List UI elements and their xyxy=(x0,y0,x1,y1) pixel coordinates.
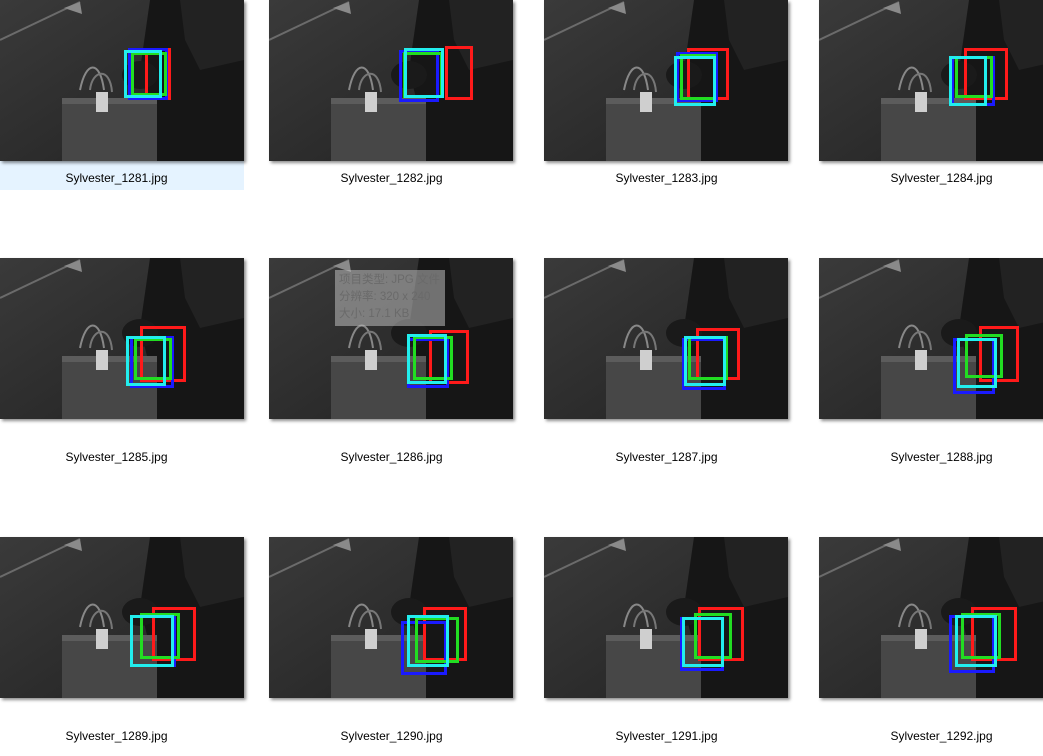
thumbnail-image[interactable] xyxy=(544,258,788,419)
file-item[interactable]: Sylvester_1282.jpg xyxy=(264,0,519,190)
tooltip-resolution-line: 分辨率: 320 x 240 xyxy=(339,291,431,303)
file-item[interactable]: Sylvester_1283.jpg xyxy=(539,0,794,190)
thumbnail-image[interactable] xyxy=(269,537,513,698)
file-item[interactable]: Sylvester_1290.jpg xyxy=(264,537,519,743)
cyan-tracking-box xyxy=(407,615,449,667)
cyan-tracking-box xyxy=(130,615,174,667)
file-name[interactable]: Sylvester_1292.jpg xyxy=(814,728,1043,744)
file-name[interactable]: Sylvester_1285.jpg xyxy=(0,449,244,465)
thumbnail-image[interactable] xyxy=(819,0,1043,161)
thumbnail-image[interactable] xyxy=(819,537,1043,698)
file-name[interactable]: Sylvester_1289.jpg xyxy=(0,728,244,744)
file-name[interactable]: Sylvester_1286.jpg xyxy=(264,449,519,465)
thumbnail-grid: Sylvester_1281.jpg Sylvester_1282.jpg Sy… xyxy=(0,0,1043,756)
file-item[interactable]: Sylvester_1288.jpg xyxy=(814,258,1043,464)
cyan-tracking-box xyxy=(949,56,987,106)
cyan-tracking-box xyxy=(957,338,997,388)
cyan-tracking-box xyxy=(126,336,166,386)
file-name[interactable]: Sylvester_1287.jpg xyxy=(539,449,794,465)
thumbnail-image[interactable] xyxy=(819,258,1043,419)
file-item[interactable]: Sylvester_1284.jpg xyxy=(814,0,1043,190)
file-name[interactable]: Sylvester_1290.jpg xyxy=(264,728,519,744)
cyan-tracking-box xyxy=(955,615,997,667)
file-item[interactable]: Sylvester_1292.jpg xyxy=(814,537,1043,743)
thumbnail-image[interactable] xyxy=(544,0,788,161)
file-item[interactable]: Sylvester_1287.jpg xyxy=(539,258,794,464)
file-info-tooltip: 项目类型: JPG 文件 分辨率: 320 x 240 大小: 17.1 KB xyxy=(335,270,445,326)
file-name[interactable]: Sylvester_1288.jpg xyxy=(814,449,1043,465)
thumbnail-image[interactable] xyxy=(0,537,244,698)
cyan-tracking-box xyxy=(682,617,724,667)
file-name[interactable]: Sylvester_1282.jpg xyxy=(264,170,519,186)
file-item[interactable]: Sylvester_1289.jpg xyxy=(0,537,244,743)
file-name[interactable]: Sylvester_1283.jpg xyxy=(539,170,794,186)
red-tracking-box xyxy=(445,46,473,100)
thumbnail-image[interactable] xyxy=(0,258,244,419)
file-item[interactable]: Sylvester_1281.jpg xyxy=(0,0,244,190)
file-name[interactable]: Sylvester_1291.jpg xyxy=(539,728,794,744)
cyan-tracking-box xyxy=(684,336,726,386)
thumbnail-image[interactable] xyxy=(269,0,513,161)
tooltip-size-line: 大小: 17.1 KB xyxy=(339,308,410,320)
cyan-tracking-box xyxy=(407,334,447,384)
cyan-tracking-box xyxy=(674,56,716,106)
thumbnail-image[interactable] xyxy=(544,537,788,698)
file-item[interactable]: Sylvester_1285.jpg xyxy=(0,258,244,464)
thumbnail-image[interactable] xyxy=(0,0,244,161)
tooltip-type-line: 项目类型: JPG 文件 xyxy=(339,274,440,286)
cyan-tracking-box xyxy=(404,48,444,98)
file-name[interactable]: Sylvester_1284.jpg xyxy=(814,170,1043,186)
cyan-tracking-box xyxy=(124,50,162,98)
file-item[interactable]: Sylvester_1291.jpg xyxy=(539,537,794,743)
file-name[interactable]: Sylvester_1281.jpg xyxy=(0,170,244,186)
